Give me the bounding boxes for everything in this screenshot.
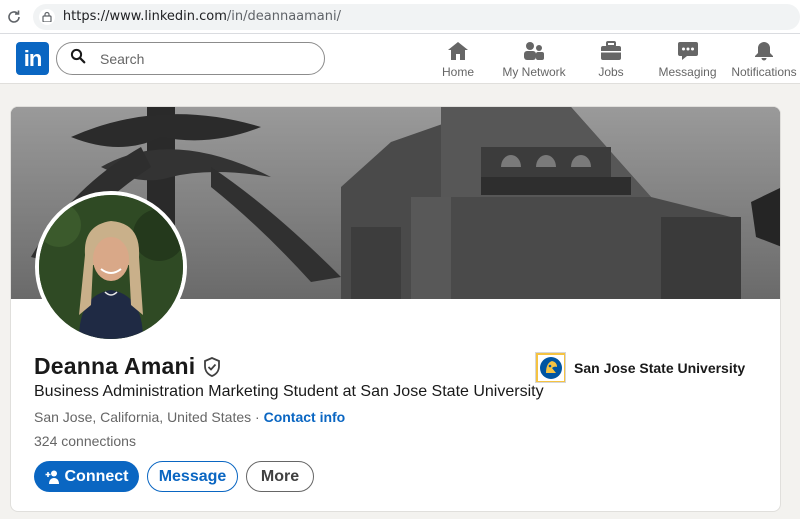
search-box[interactable] bbox=[56, 42, 325, 75]
url-path: /in/deannaamani/ bbox=[226, 9, 341, 24]
linkedin-top-nav: in Home My Network Jobs Messaging N bbox=[0, 34, 800, 84]
search-input[interactable] bbox=[100, 50, 300, 67]
site-info-icon[interactable] bbox=[38, 8, 55, 25]
school-logo bbox=[535, 352, 566, 383]
contact-info-link[interactable]: Contact info bbox=[264, 409, 346, 425]
nav-home-label: Home bbox=[442, 65, 475, 79]
nav-notifications[interactable]: Notifications bbox=[731, 40, 797, 80]
profile-location-row: San Jose, California, United States · Co… bbox=[34, 409, 345, 425]
url-text: https://www.linkedin.com/in/deannaamani/ bbox=[63, 9, 341, 24]
profile-name-row: Deanna Amani bbox=[34, 353, 221, 380]
connections-count[interactable]: 324 connections bbox=[34, 433, 136, 449]
linkedin-logo[interactable]: in bbox=[16, 42, 49, 75]
separator: · bbox=[251, 409, 264, 425]
profile-name: Deanna Amani bbox=[34, 353, 196, 379]
message-button[interactable]: Message bbox=[147, 461, 238, 492]
nav-home[interactable]: Home bbox=[442, 40, 474, 80]
profile-headline: Business Administration Marketing Studen… bbox=[34, 383, 544, 400]
nav-jobs-label: Jobs bbox=[598, 65, 624, 79]
url-field[interactable]: https://www.linkedin.com/in/deannaamani/ bbox=[32, 3, 800, 30]
add-person-icon bbox=[45, 469, 61, 485]
chat-icon bbox=[676, 40, 700, 62]
profile-photo[interactable] bbox=[35, 191, 187, 343]
nav-messaging-label: Messaging bbox=[658, 65, 717, 79]
nav-my-network[interactable]: My Network bbox=[502, 40, 566, 80]
nav-my-network-label: My Network bbox=[502, 65, 566, 79]
bell-icon bbox=[752, 40, 776, 62]
profile-card: Deanna Amani Business Administration Mar… bbox=[10, 106, 781, 512]
connect-button-label: Connect bbox=[64, 467, 129, 485]
url-host: https://www.linkedin.com bbox=[62, 9, 227, 24]
education-entry[interactable]: San Jose State University bbox=[535, 352, 745, 383]
nav-notifications-label: Notifications bbox=[731, 65, 797, 79]
nav-jobs[interactable]: Jobs bbox=[598, 40, 624, 80]
people-icon bbox=[522, 40, 546, 62]
profile-location: San Jose, California, United States bbox=[34, 409, 252, 425]
more-button[interactable]: More bbox=[246, 461, 314, 492]
profile-actions: Connect Message More bbox=[34, 461, 314, 492]
connect-button[interactable]: Connect bbox=[34, 461, 139, 492]
nav-messaging[interactable]: Messaging bbox=[658, 40, 717, 80]
briefcase-icon bbox=[599, 40, 623, 62]
search-icon bbox=[70, 48, 86, 69]
home-icon bbox=[446, 40, 470, 62]
browser-address-bar: https://www.linkedin.com/in/deannaamani/ bbox=[0, 0, 800, 34]
reload-icon[interactable] bbox=[3, 6, 25, 28]
verified-shield-icon[interactable] bbox=[203, 356, 221, 377]
school-name: San Jose State University bbox=[574, 359, 746, 376]
